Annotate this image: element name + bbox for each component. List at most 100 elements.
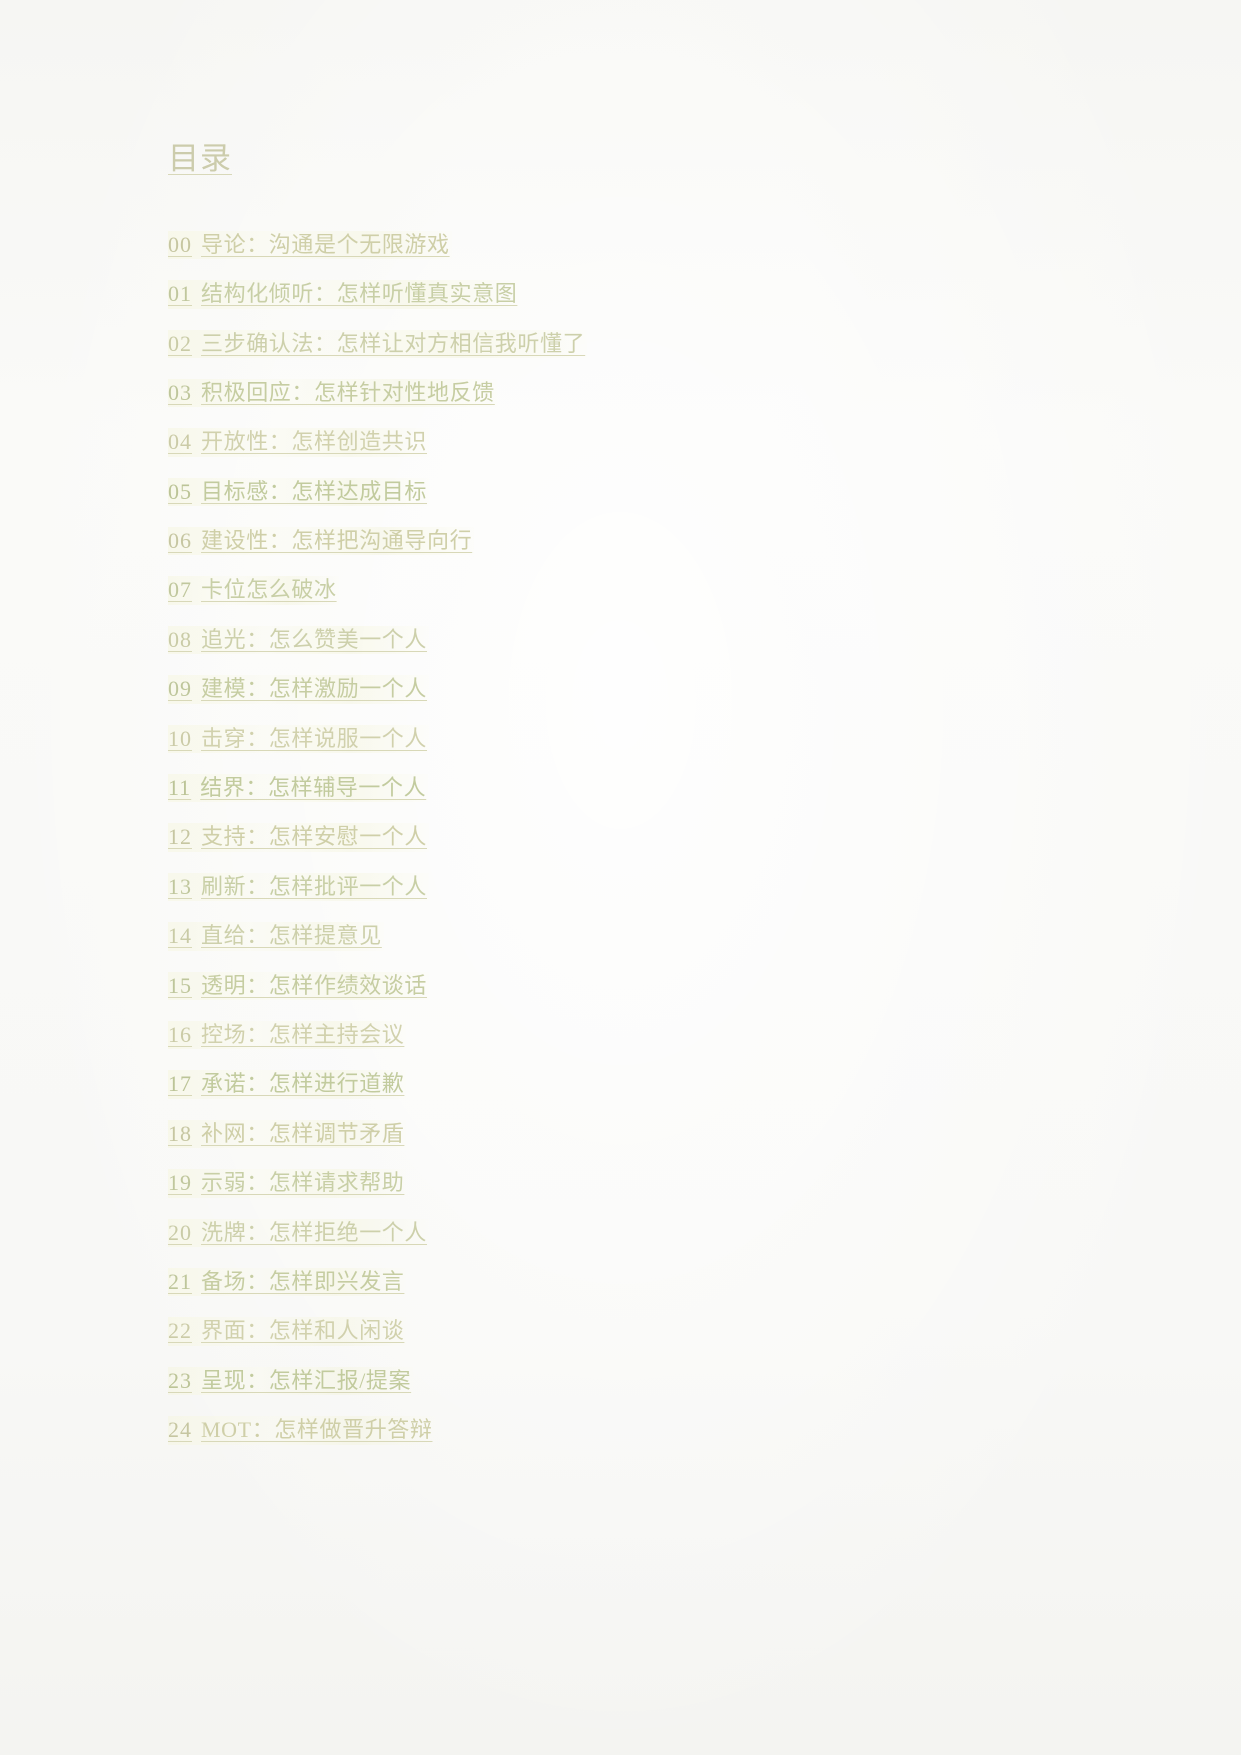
- toc-link-09[interactable]: 09 建模：怎样激励一个人: [168, 675, 430, 704]
- toc-link-08[interactable]: 08 追光：怎么赞美一个人: [168, 625, 430, 655]
- toc-entry-number: 15: [168, 972, 192, 998]
- toc-entry-label: 追光：怎么赞美一个人: [201, 626, 428, 652]
- toc-link-04[interactable]: 04 开放性：怎样创造共识: [168, 428, 430, 457]
- toc-link-15[interactable]: 15 透明：怎样作绩效谈话: [168, 971, 430, 1000]
- toc-link-22[interactable]: 22 界面：怎样和人闲谈: [168, 1317, 407, 1346]
- toc-link-17[interactable]: 17 承诺：怎样进行道歉: [168, 1070, 407, 1099]
- toc-link-02[interactable]: 02 三步确认法：怎样让对方相信我听懂了: [168, 329, 588, 358]
- toc-entry-label: 支持：怎样安慰一个人: [201, 824, 428, 850]
- toc-entry: 05 目标感：怎样达成目标: [168, 477, 1088, 507]
- toc-link-20[interactable]: 20 洗牌：怎样拒绝一个人: [168, 1218, 430, 1247]
- toc-entry-label: 开放性：怎样创造共识: [201, 429, 428, 455]
- toc-entry-label: 直给：怎样提意见: [201, 923, 382, 949]
- toc-link-01[interactable]: 01 结构化倾听：怎样听懂真实意图: [168, 280, 520, 309]
- toc-entry-label: MOT：怎样做晋升答辩: [201, 1417, 433, 1443]
- toc-link-12[interactable]: 12 支持：怎样安慰一个人: [168, 823, 430, 852]
- toc-entry-label: 建模：怎样激励一个人: [201, 676, 428, 702]
- toc-link-21[interactable]: 21 备场：怎样即兴发言: [168, 1267, 407, 1297]
- toc-entry-number: 02: [168, 330, 192, 356]
- toc-entry-label: 结构化倾听：怎样听懂真实意图: [201, 281, 518, 307]
- document-content: 目录 00 导论：沟通是个无限游戏 01 结构化倾听：怎样听懂真实意图 02 三步确认法：…: [168, 140, 1088, 1466]
- toc-entry: 17 承诺：怎样进行道歉: [168, 1070, 1088, 1099]
- toc-link-06[interactable]: 06 建设性：怎样把沟通导向行: [168, 527, 475, 556]
- toc-entry-number: 03: [168, 379, 192, 405]
- toc-entry-number: 19: [168, 1170, 192, 1196]
- toc-link-23[interactable]: 23 呈现：怎样汇报/提案: [168, 1366, 414, 1396]
- toc-entry: 06 建设性：怎样把沟通导向行: [168, 527, 1088, 556]
- toc-entry: 18 补网：怎样调节矛盾: [168, 1119, 1088, 1149]
- toc-entry: 11 结界：怎样辅导一个人: [168, 774, 1088, 803]
- toc-entry-number: 01: [168, 281, 192, 307]
- toc-entry-label: 示弱：怎样请求帮助: [201, 1170, 405, 1196]
- toc-entry-number: 20: [168, 1219, 192, 1245]
- toc-link-07[interactable]: 07 卡位怎么破冰: [168, 576, 339, 605]
- toc-link-03[interactable]: 03 积极回应：怎样针对性地反馈: [168, 378, 497, 408]
- toc-entry: 14 直给：怎样提意见: [168, 922, 1088, 951]
- toc-entry-number: 22: [168, 1318, 192, 1344]
- toc-entry: 13 刷新：怎样批评一个人: [168, 872, 1088, 902]
- toc-entry-label: 界面：怎样和人闲谈: [201, 1318, 405, 1344]
- page-title: 目录: [168, 141, 232, 176]
- toc-link-19[interactable]: 19 示弱：怎样请求帮助: [168, 1169, 407, 1198]
- toc-entry-number: 21: [168, 1268, 192, 1294]
- toc-entry-label: 补网：怎样调节矛盾: [201, 1120, 405, 1146]
- toc-link-18[interactable]: 18 补网：怎样调节矛盾: [168, 1119, 407, 1149]
- toc-entry-label: 呈现：怎样汇报/提案: [201, 1367, 412, 1393]
- toc-entry-number: 17: [168, 1071, 192, 1097]
- toc-entry: 02 三步确认法：怎样让对方相信我听懂了: [168, 329, 1088, 358]
- toc-link-05[interactable]: 05 目标感：怎样达成目标: [168, 477, 430, 507]
- toc-entry: 07 卡位怎么破冰: [168, 576, 1088, 605]
- toc-entry-label: 刷新：怎样批评一个人: [201, 873, 428, 899]
- toc-entry-number: 06: [168, 528, 192, 554]
- toc-entry-label: 积极回应：怎样针对性地反馈: [201, 379, 495, 405]
- toc-entry-number: 00: [168, 231, 192, 257]
- table-of-contents: 00 导论：沟通是个无限游戏 01 结构化倾听：怎样听懂真实意图 02 三步确认法：怎样让…: [168, 230, 1088, 1445]
- toc-entry-label: 承诺：怎样进行道歉: [201, 1071, 405, 1097]
- toc-entry-label: 卡位怎么破冰: [201, 577, 337, 603]
- toc-entry-label: 目标感：怎样达成目标: [201, 478, 428, 504]
- toc-entry: 23 呈现：怎样汇报/提案: [168, 1366, 1088, 1396]
- toc-entry-number: 04: [168, 429, 192, 455]
- toc-entry-label: 洗牌：怎样拒绝一个人: [201, 1219, 428, 1245]
- toc-entry-number: 18: [168, 1120, 192, 1146]
- toc-entry: 19 示弱：怎样请求帮助: [168, 1169, 1088, 1198]
- toc-entry-number: 14: [168, 923, 192, 949]
- toc-entry-label: 三步确认法：怎样让对方相信我听懂了: [201, 330, 586, 356]
- toc-link-10[interactable]: 10 击穿：怎样说服一个人: [168, 724, 430, 754]
- toc-entry-number: 12: [168, 824, 192, 850]
- toc-link-11[interactable]: 11 结界：怎样辅导一个人: [168, 774, 429, 803]
- toc-entry: 22 界面：怎样和人闲谈: [168, 1317, 1088, 1346]
- toc-entry-label: 备场：怎样即兴发言: [201, 1268, 405, 1294]
- toc-link-14[interactable]: 14 直给：怎样提意见: [168, 922, 384, 951]
- toc-entry-number: 23: [168, 1367, 192, 1393]
- toc-entry-number: 09: [168, 676, 192, 702]
- toc-entry-label: 结界：怎样辅导一个人: [200, 775, 427, 801]
- document-page: 目录 00 导论：沟通是个无限游戏 01 结构化倾听：怎样听懂真实意图 02 三步确认法：…: [0, 0, 1241, 1755]
- toc-link-13[interactable]: 13 刷新：怎样批评一个人: [168, 872, 430, 902]
- toc-link-00[interactable]: 00 导论：沟通是个无限游戏: [168, 230, 452, 260]
- toc-entry: 12 支持：怎样安慰一个人: [168, 823, 1088, 852]
- toc-entry-number: 13: [168, 873, 192, 899]
- toc-entry: 10 击穿：怎样说服一个人: [168, 724, 1088, 754]
- toc-entry: 16 控场：怎样主持会议: [168, 1021, 1088, 1050]
- toc-link-16[interactable]: 16 控场：怎样主持会议: [168, 1021, 407, 1050]
- toc-entry: 21 备场：怎样即兴发言: [168, 1267, 1088, 1297]
- toc-entry-number: 24: [168, 1417, 192, 1443]
- toc-entry-label: 透明：怎样作绩效谈话: [201, 972, 428, 998]
- toc-entry: 01 结构化倾听：怎样听懂真实意图: [168, 280, 1088, 309]
- toc-entry-number: 11: [168, 775, 192, 801]
- toc-entry: 24 MOT：怎样做晋升答辩: [168, 1416, 1088, 1445]
- toc-entry-label: 控场：怎样主持会议: [201, 1022, 405, 1047]
- toc-link-24[interactable]: 24 MOT：怎样做晋升答辩: [168, 1416, 435, 1445]
- toc-entry: 09 建模：怎样激励一个人: [168, 675, 1088, 704]
- toc-entry: 04 开放性：怎样创造共识: [168, 428, 1088, 457]
- toc-entry-number: 16: [168, 1022, 192, 1047]
- toc-entry: 15 透明：怎样作绩效谈话: [168, 971, 1088, 1000]
- toc-entry: 20 洗牌：怎样拒绝一个人: [168, 1218, 1088, 1247]
- toc-entry-number: 05: [168, 478, 192, 504]
- toc-entry: 08 追光：怎么赞美一个人: [168, 625, 1088, 655]
- toc-entry-number: 10: [168, 725, 192, 751]
- toc-entry: 03 积极回应：怎样针对性地反馈: [168, 378, 1088, 408]
- toc-entry-label: 击穿：怎样说服一个人: [201, 725, 428, 751]
- toc-entry-label: 导论：沟通是个无限游戏: [201, 231, 450, 257]
